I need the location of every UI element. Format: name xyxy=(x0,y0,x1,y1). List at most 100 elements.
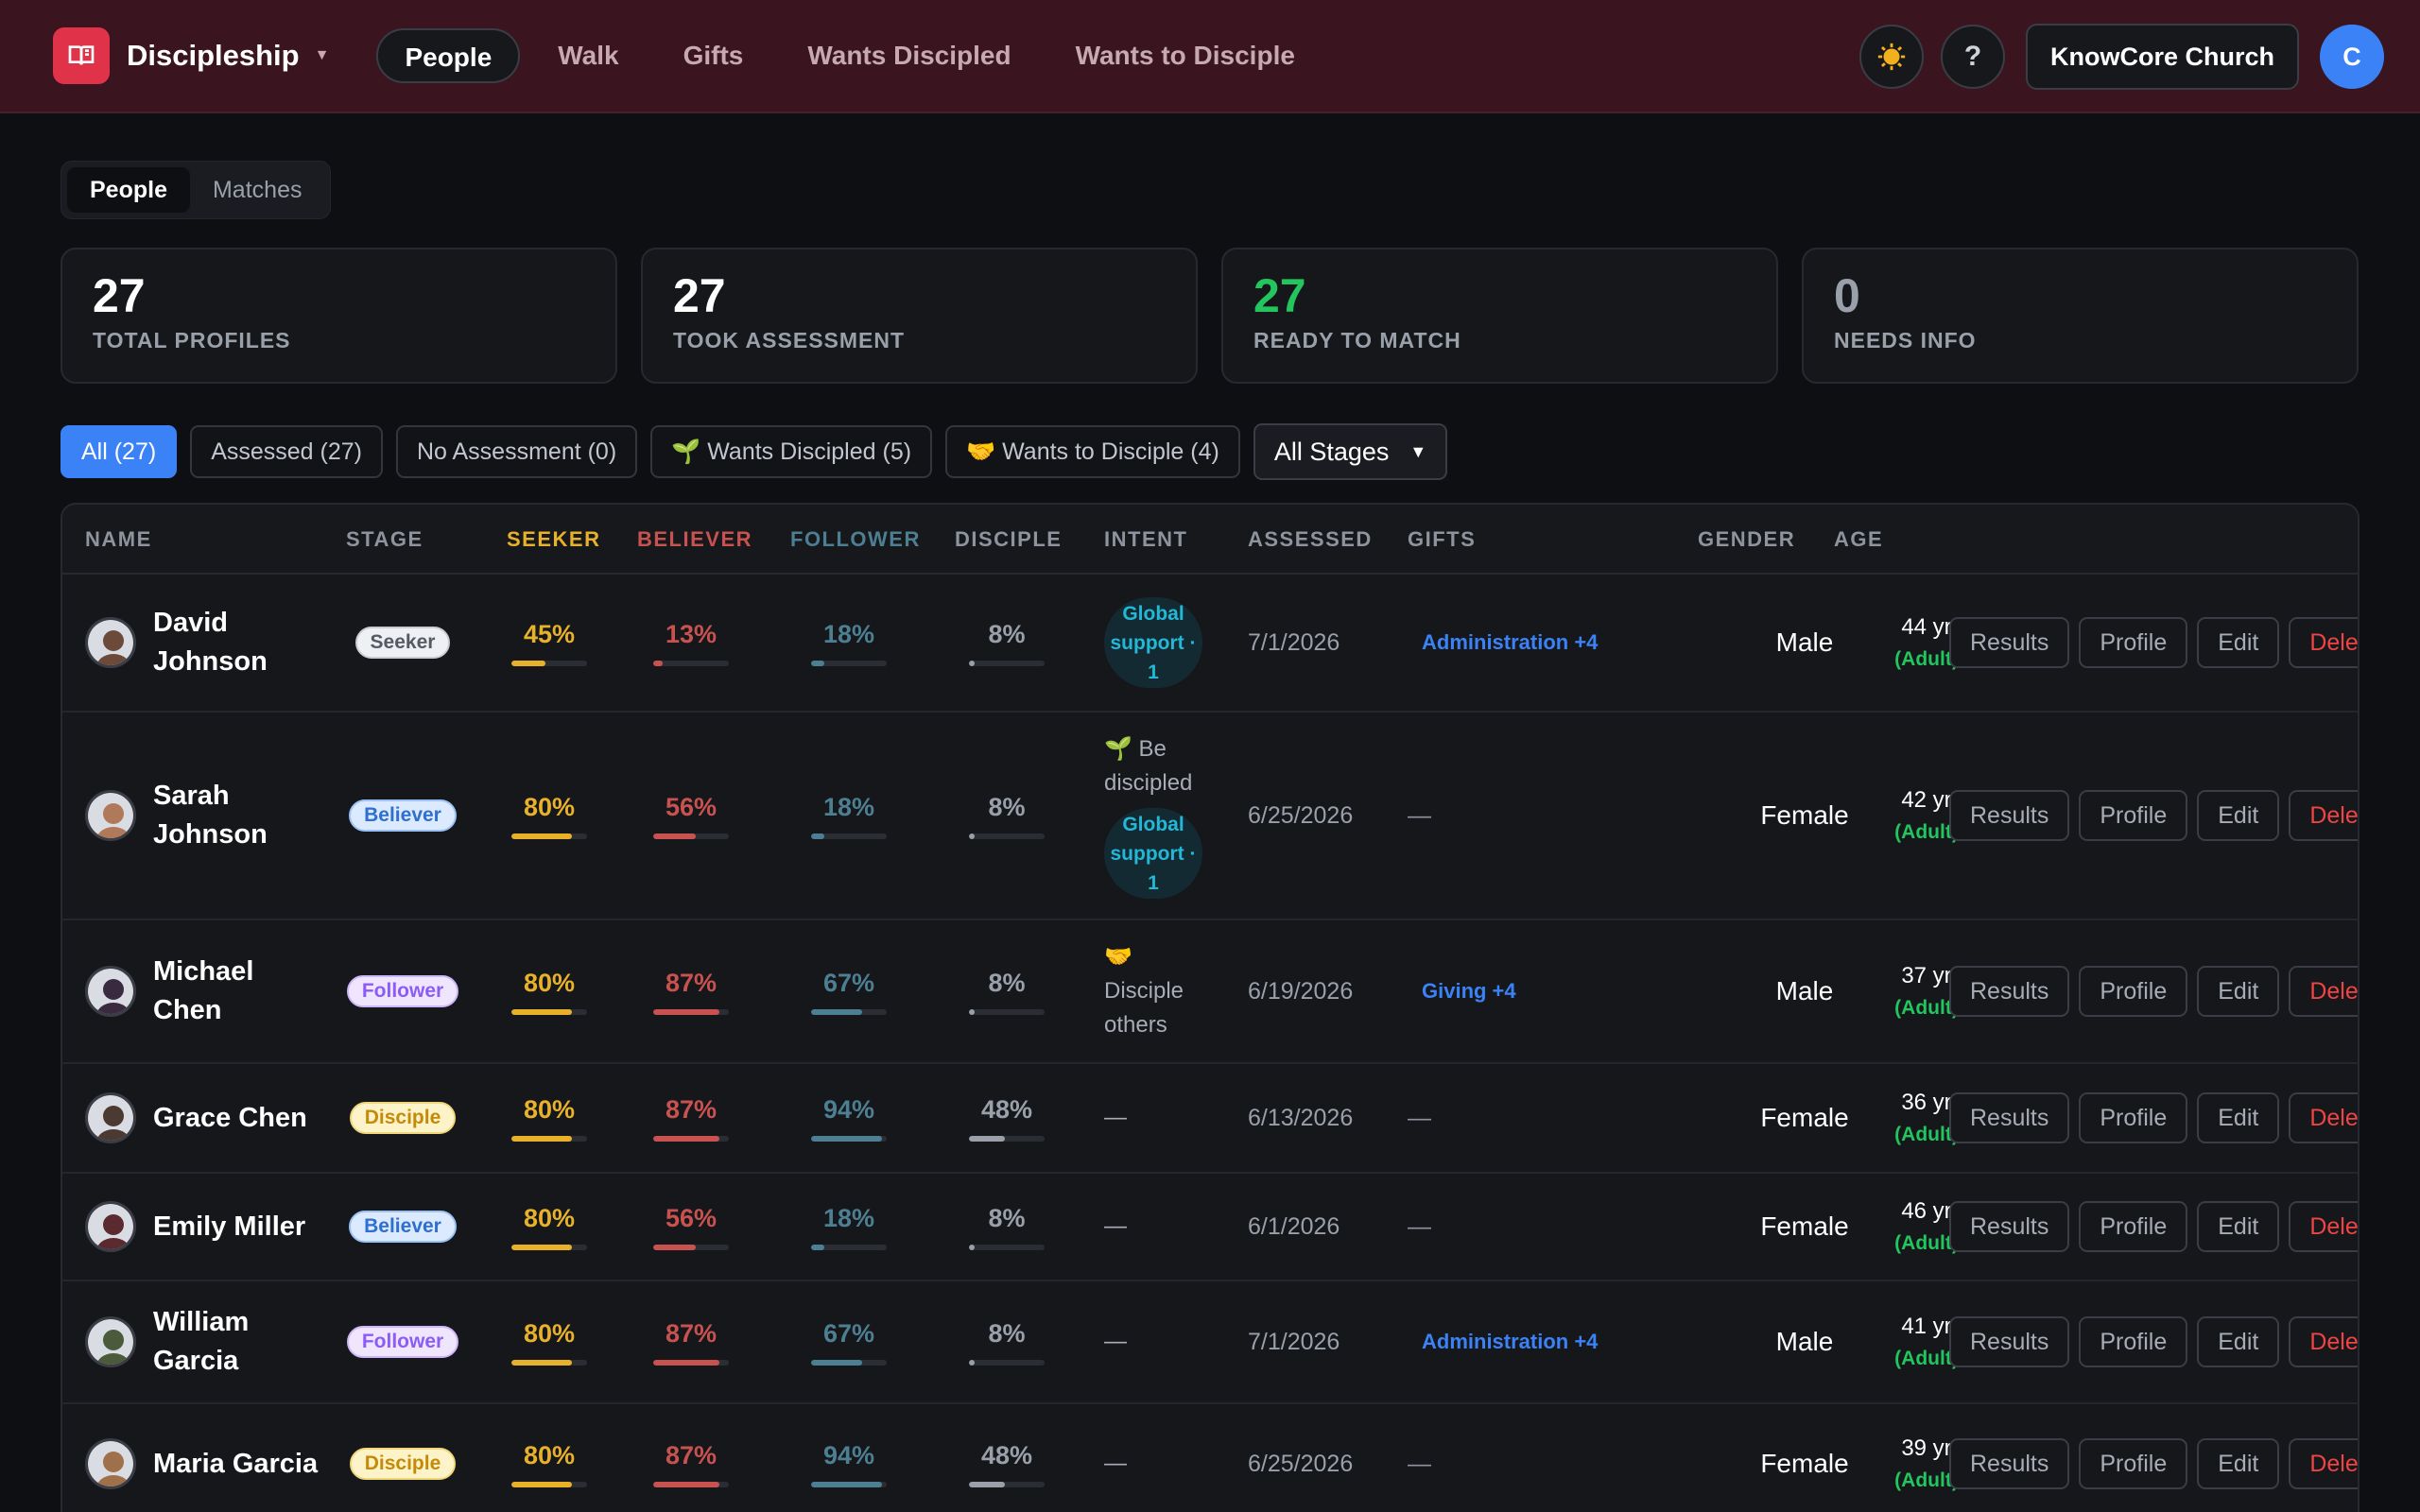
col-gifts[interactable]: GIFTS xyxy=(1408,505,1476,575)
delete-button[interactable]: Delet xyxy=(2289,966,2358,1017)
col-intent[interactable]: INTENT xyxy=(1104,505,1187,575)
person-name[interactable]: William Garcia xyxy=(153,1303,323,1380)
org-switcher[interactable]: KnowCore Church xyxy=(2025,24,2299,90)
table-row[interactable]: Emily Miller Believer 80% 56% 18% 8% — 6/1/2026… xyxy=(62,1174,2358,1281)
gifts-value[interactable]: Administration +4 xyxy=(1422,630,1598,655)
row-actions: Results Profile Edit Delet xyxy=(1949,920,2358,1062)
people-table: NAME STAGE SEEKER BELIEVER FOLLOWER DISC… xyxy=(60,503,2360,1512)
col-name[interactable]: NAME xyxy=(85,505,152,575)
edit-button[interactable]: Edit xyxy=(2197,617,2280,668)
profile-button[interactable]: Profile xyxy=(2079,1092,2188,1143)
results-button[interactable]: Results xyxy=(1949,790,2070,841)
edit-button[interactable]: Edit xyxy=(2197,1201,2280,1252)
stage-select[interactable]: All Stages ▼ xyxy=(1253,423,1448,480)
person-name[interactable]: Maria Garcia xyxy=(153,1445,323,1484)
follower-progress-bar xyxy=(811,660,887,666)
help-button[interactable]: ? xyxy=(1940,25,2005,89)
results-button[interactable]: Results xyxy=(1949,966,2070,1017)
table-row[interactable]: William Garcia Follower 80% 87% 67% 8% — 7/1/20… xyxy=(62,1281,2358,1404)
gender-value: Female xyxy=(1760,1449,1849,1478)
profile-button[interactable]: Profile xyxy=(2079,1438,2188,1489)
nav-people[interactable]: People xyxy=(376,28,521,83)
user-avatar[interactable]: C xyxy=(2320,25,2384,89)
filter-no-assessment[interactable]: No Assessment (0) xyxy=(395,425,638,478)
gifts-value[interactable]: Administration +4 xyxy=(1422,1330,1598,1354)
profile-button[interactable]: Profile xyxy=(2079,617,2188,668)
profile-button[interactable]: Profile xyxy=(2079,1316,2188,1367)
tab-matches[interactable]: Matches xyxy=(190,167,324,213)
filter-wants-to-disciple[interactable]: 🤝 Wants to Disciple (4) xyxy=(945,425,1240,478)
gender-cell: Female xyxy=(1738,1064,1871,1172)
person-cell: Michael Chen xyxy=(85,920,323,1062)
disciple-score: 8% xyxy=(988,619,1026,648)
results-button[interactable]: Results xyxy=(1949,1316,2070,1367)
disciple-score: 48% xyxy=(980,1440,1033,1469)
profile-button[interactable]: Profile xyxy=(2079,1201,2188,1252)
profile-button[interactable]: Profile xyxy=(2079,790,2188,841)
assessed-date: 7/1/2026 xyxy=(1248,628,1340,656)
table-row[interactable]: Sarah Johnson Believer 80% 56% 18% 8% 🌱 Be dis… xyxy=(62,713,2358,920)
person-cell: William Garcia xyxy=(85,1281,323,1402)
delete-button[interactable]: Delet xyxy=(2289,617,2358,668)
delete-button[interactable]: Delet xyxy=(2289,1438,2358,1489)
seeker-score: 45% xyxy=(523,619,576,648)
tab-people[interactable]: People xyxy=(67,167,190,213)
assessed-date: 7/1/2026 xyxy=(1248,1328,1340,1355)
delete-button[interactable]: Delet xyxy=(2289,1316,2358,1367)
table-row[interactable]: Maria Garcia Disciple 80% 87% 94% 48% — 6/25/20… xyxy=(62,1404,2358,1512)
person-name[interactable]: Sarah Johnson xyxy=(153,777,323,853)
nav-wants-to-disciple[interactable]: Wants to Disciple xyxy=(1044,28,1327,83)
seeker-score: 80% xyxy=(523,1318,576,1348)
edit-button[interactable]: Edit xyxy=(2197,1316,2280,1367)
stage-select-value: All Stages xyxy=(1273,437,1390,466)
assessed-date: 6/19/2026 xyxy=(1248,977,1354,1005)
person-name[interactable]: Michael Chen xyxy=(153,953,323,1029)
disciple-score: 8% xyxy=(988,1203,1026,1232)
table-row[interactable]: Grace Chen Disciple 80% 87% 94% 48% — 6/13/2026… xyxy=(62,1064,2358,1174)
person-name[interactable]: David Johnson xyxy=(153,604,323,680)
col-gender[interactable]: GENDER xyxy=(1698,505,1795,575)
edit-button[interactable]: Edit xyxy=(2197,966,2280,1017)
filter-all[interactable]: All (27) xyxy=(60,425,178,478)
app-brand[interactable]: Discipleship ▼ xyxy=(53,27,329,84)
edit-button[interactable]: Edit xyxy=(2197,790,2280,841)
table-header: NAME STAGE SEEKER BELIEVER FOLLOWER DISC… xyxy=(62,505,2358,575)
col-age[interactable]: AGE xyxy=(1834,505,1883,575)
col-assessed[interactable]: ASSESSED xyxy=(1248,505,1373,575)
main-nav: People Walk Gifts Wants Discipled Wants … xyxy=(376,28,1326,83)
follower-score-cell: 67% xyxy=(811,1281,887,1402)
col-seeker[interactable]: SEEKER xyxy=(507,505,600,575)
filter-assessed[interactable]: Assessed (27) xyxy=(190,425,383,478)
seeker-score-cell: 80% xyxy=(511,1174,587,1280)
profile-button[interactable]: Profile xyxy=(2079,966,2188,1017)
follower-score-cell: 18% xyxy=(811,575,887,711)
nav-gifts[interactable]: Gifts xyxy=(651,28,776,83)
col-stage[interactable]: STAGE xyxy=(346,505,424,575)
results-button[interactable]: Results xyxy=(1949,617,2070,668)
col-follower[interactable]: FOLLOWER xyxy=(790,505,921,575)
delete-button[interactable]: Delet xyxy=(2289,1092,2358,1143)
person-name[interactable]: Grace Chen xyxy=(153,1099,323,1138)
edit-button[interactable]: Edit xyxy=(2197,1092,2280,1143)
gender-cell: Male xyxy=(1738,575,1871,711)
delete-button[interactable]: Delet xyxy=(2289,1201,2358,1252)
believer-progress-bar xyxy=(653,1008,729,1015)
results-button[interactable]: Results xyxy=(1949,1438,2070,1489)
theme-toggle-button[interactable] xyxy=(1858,25,1924,89)
results-button[interactable]: Results xyxy=(1949,1201,2070,1252)
stage-cell: Believer xyxy=(346,1174,459,1280)
results-button[interactable]: Results xyxy=(1949,1092,2070,1143)
col-disciple[interactable]: DISCIPLE xyxy=(955,505,1062,575)
nav-walk[interactable]: Walk xyxy=(526,28,650,83)
believer-score-cell: 13% xyxy=(653,575,729,711)
delete-button[interactable]: Delet xyxy=(2289,790,2358,841)
gifts-value[interactable]: Giving +4 xyxy=(1422,979,1516,1004)
table-row[interactable]: David Johnson Seeker 45% 13% 18% 8% Global sup… xyxy=(62,575,2358,713)
nav-wants-discipled[interactable]: Wants Discipled xyxy=(775,28,1043,83)
col-believer[interactable]: BELIEVER xyxy=(637,505,752,575)
person-name[interactable]: Emily Miller xyxy=(153,1208,323,1246)
filter-wants-discipled[interactable]: 🌱 Wants Discipled (5) xyxy=(650,425,933,478)
table-row[interactable]: Michael Chen Follower 80% 87% 67% 8% 🤝 Discipl… xyxy=(62,920,2358,1064)
edit-button[interactable]: Edit xyxy=(2197,1438,2280,1489)
seeker-progress-bar xyxy=(511,1481,587,1487)
